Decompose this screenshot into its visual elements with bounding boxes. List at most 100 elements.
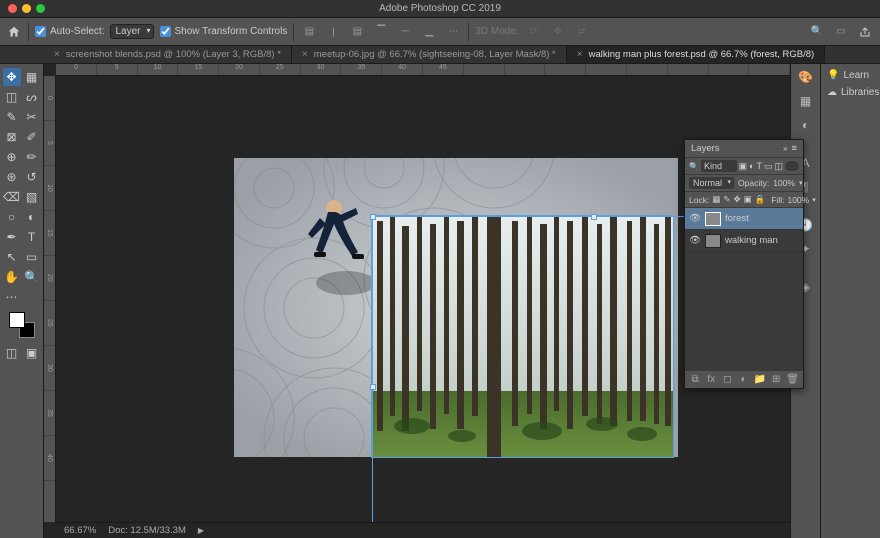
- search-icon[interactable]: 🔍: [808, 23, 826, 41]
- tab-screenshot-blends[interactable]: ×screenshot blends.psd @ 100% (Layer 3, …: [44, 46, 292, 63]
- visibility-icon[interactable]: 👁: [689, 235, 701, 246]
- zoom-tool[interactable]: 🔍: [23, 268, 41, 286]
- delete-layer-icon[interactable]: 🗑: [786, 374, 799, 385]
- chevron-down-icon[interactable]: ▾: [812, 196, 816, 204]
- visibility-icon[interactable]: 👁: [689, 213, 701, 224]
- close-tab-icon[interactable]: ×: [577, 49, 583, 60]
- lasso-tool[interactable]: ᔕ: [23, 88, 41, 106]
- marquee-tool[interactable]: ◫: [3, 88, 21, 106]
- link-layers-icon[interactable]: ⧉: [689, 374, 701, 385]
- blur-tool[interactable]: ○: [3, 208, 21, 226]
- history-brush-tool[interactable]: ↺: [23, 168, 41, 186]
- mode-3d-orbit-icon[interactable]: ⟳: [525, 23, 543, 41]
- filter-toggle[interactable]: [785, 161, 799, 171]
- lock-transparency-icon[interactable]: ▦: [712, 194, 720, 205]
- filter-smart-icon[interactable]: ◫: [774, 161, 783, 172]
- blend-mode-dropdown[interactable]: Normal: [689, 177, 734, 189]
- panel-collapse-icon[interactable]: »: [783, 144, 787, 153]
- adjustments-panel-icon[interactable]: ◐: [797, 116, 815, 134]
- ruler-vertical[interactable]: 0510152025303540: [44, 76, 56, 522]
- align-bottom-icon[interactable]: ▁: [420, 23, 438, 41]
- dodge-tool[interactable]: ◐: [23, 208, 41, 226]
- align-center-h-icon[interactable]: 丨: [324, 23, 342, 41]
- new-layer-icon[interactable]: ⊞: [770, 374, 782, 385]
- layer-thumb[interactable]: [705, 212, 721, 226]
- tab-meetup[interactable]: ×meetup-06.jpg @ 66.7% (sightseeing-08, …: [292, 46, 567, 63]
- shape-tool[interactable]: ▭: [23, 248, 41, 266]
- document-artwork[interactable]: [234, 158, 678, 457]
- doc-size[interactable]: Doc: 12.5M/33.3M: [108, 525, 186, 536]
- clone-tool[interactable]: ⊛: [3, 168, 21, 186]
- filter-type-icon[interactable]: T: [756, 161, 762, 171]
- color-swatch[interactable]: [9, 312, 35, 338]
- fx-icon[interactable]: fx: [705, 374, 717, 385]
- learn-panel[interactable]: 💡Learn: [821, 68, 880, 83]
- eyedropper-tool[interactable]: ✐: [23, 128, 41, 146]
- align-left-icon[interactable]: ▤: [300, 23, 318, 41]
- hand-tool[interactable]: ✋: [3, 268, 21, 286]
- share-icon[interactable]: [856, 23, 874, 41]
- quickmask-tool[interactable]: ◫: [3, 344, 21, 362]
- mode-3d-slide-icon[interactable]: ⇄: [573, 23, 591, 41]
- align-top-icon[interactable]: ▔: [372, 23, 390, 41]
- minimize-window-button[interactable]: [22, 4, 31, 13]
- group-icon[interactable]: 📁: [754, 374, 766, 385]
- frame-tool[interactable]: ⊠: [3, 128, 21, 146]
- artboard-tool[interactable]: ▦: [23, 68, 41, 86]
- canvas[interactable]: 051015202530354045 0510152025303540: [44, 64, 790, 538]
- path-tool[interactable]: ↖: [3, 248, 21, 266]
- chevron-down-icon[interactable]: ▾: [799, 179, 803, 187]
- lock-position-icon[interactable]: ✥: [733, 194, 740, 205]
- brush-tool[interactable]: ✏: [23, 148, 41, 166]
- auto-select-checkbox[interactable]: Auto-Select:: [35, 26, 104, 37]
- pen-tool[interactable]: ✒: [3, 228, 21, 246]
- screenmode-tool[interactable]: ▣: [23, 344, 41, 362]
- close-tab-icon[interactable]: ×: [302, 49, 308, 60]
- ruler-horizontal[interactable]: 051015202530354045: [56, 64, 790, 76]
- panel-menu-icon[interactable]: ≡: [791, 143, 797, 154]
- close-tab-icon[interactable]: ×: [54, 49, 60, 60]
- eraser-tool[interactable]: ⌫: [3, 188, 21, 206]
- move-tool[interactable]: ✥: [3, 68, 21, 86]
- quick-select-tool[interactable]: ✎: [3, 108, 21, 126]
- filter-adjust-icon[interactable]: ◐: [749, 161, 754, 171]
- lock-artboard-icon[interactable]: ▣: [744, 194, 752, 205]
- layer-forest-thumb[interactable]: [372, 216, 673, 457]
- mode-3d-pan-icon[interactable]: ✥: [549, 23, 567, 41]
- layer-thumb[interactable]: [705, 234, 721, 248]
- layers-filter-dropdown[interactable]: Kind: [701, 160, 737, 172]
- gradient-tool[interactable]: ▧: [23, 188, 41, 206]
- layers-panel[interactable]: Layers » ≡ 🔍 Kind ▣ ◐ T ▭ ◫ Normal Opaci…: [684, 139, 804, 389]
- color-panel-icon[interactable]: 🎨: [797, 68, 815, 86]
- mask-icon[interactable]: ◻: [721, 374, 733, 385]
- align-right-icon[interactable]: ▤: [348, 23, 366, 41]
- layer-row-forest[interactable]: 👁 forest: [685, 208, 803, 230]
- align-center-v-icon[interactable]: ─: [396, 23, 414, 41]
- filter-shape-icon[interactable]: ▭: [764, 161, 773, 172]
- tab-walking-man[interactable]: ×walking man plus forest.psd @ 66.7% (fo…: [567, 46, 825, 63]
- lock-pixels-icon[interactable]: ✎: [723, 194, 730, 205]
- swatches-panel-icon[interactable]: ▦: [797, 92, 815, 110]
- healing-tool[interactable]: ⊕: [3, 148, 21, 166]
- type-tool[interactable]: T: [23, 228, 41, 246]
- foreground-color[interactable]: [9, 312, 25, 328]
- distribute-icon[interactable]: ⋯: [444, 23, 462, 41]
- workspace-icon[interactable]: ▭: [832, 23, 850, 41]
- fill-value[interactable]: 100%: [787, 195, 809, 205]
- filter-pixel-icon[interactable]: ▣: [739, 161, 748, 172]
- lock-all-icon[interactable]: 🔒: [755, 194, 766, 205]
- close-window-button[interactable]: [8, 4, 17, 13]
- adjustment-layer-icon[interactable]: ◐: [738, 374, 750, 385]
- auto-select-dropdown[interactable]: Layer: [110, 24, 153, 39]
- opacity-value[interactable]: 100%: [773, 178, 795, 188]
- layer-row-walking-man[interactable]: 👁 walking man: [685, 230, 803, 252]
- layers-panel-header[interactable]: Layers » ≡: [685, 140, 803, 158]
- libraries-panel[interactable]: ☁Libraries: [821, 85, 880, 100]
- edit-toolbar[interactable]: ⋯: [3, 288, 21, 306]
- show-transform-checkbox[interactable]: Show Transform Controls: [160, 26, 288, 37]
- crop-tool[interactable]: ✂: [23, 108, 41, 126]
- zoom-window-button[interactable]: [36, 4, 45, 13]
- status-chevron-icon[interactable]: ▶: [198, 526, 204, 535]
- home-icon[interactable]: [6, 24, 22, 40]
- zoom-level[interactable]: 66.67%: [64, 525, 96, 536]
